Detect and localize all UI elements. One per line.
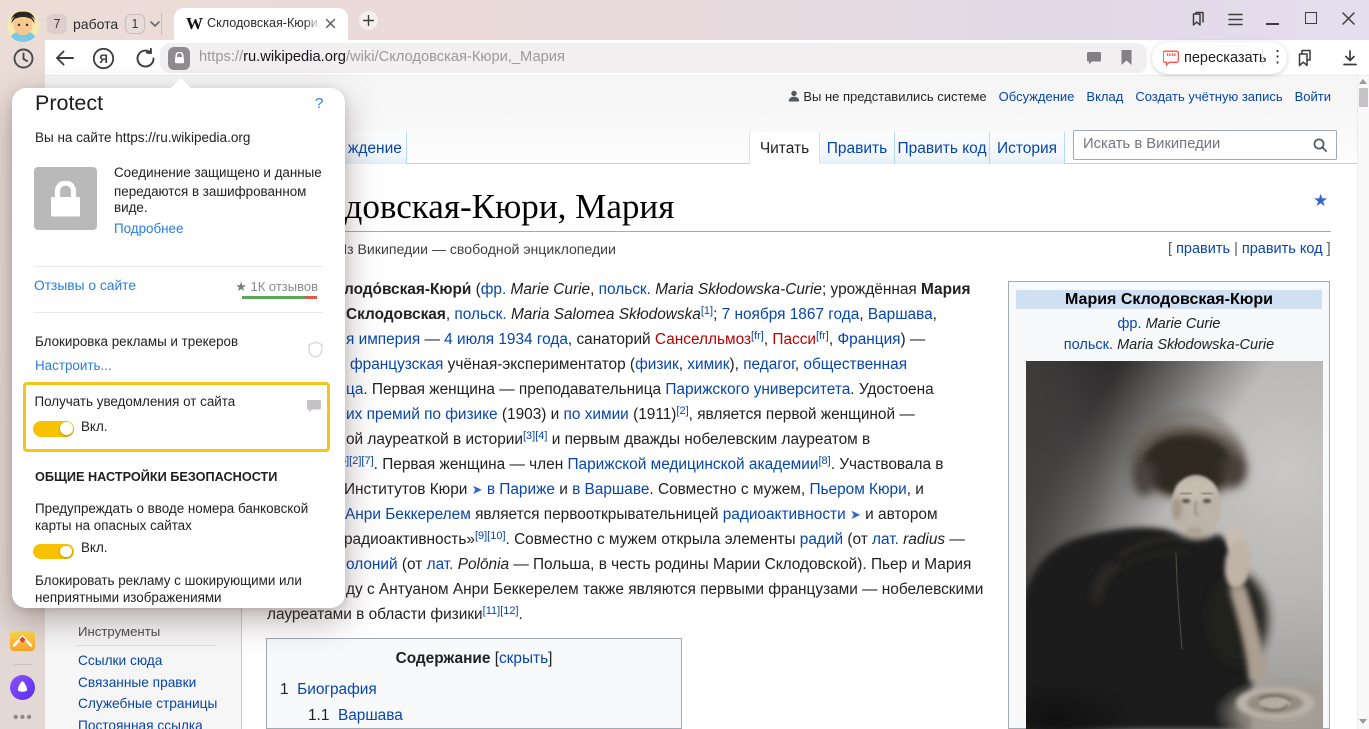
svg-text:“: “ [1171, 52, 1177, 64]
svg-text:Я: Я [99, 52, 108, 66]
